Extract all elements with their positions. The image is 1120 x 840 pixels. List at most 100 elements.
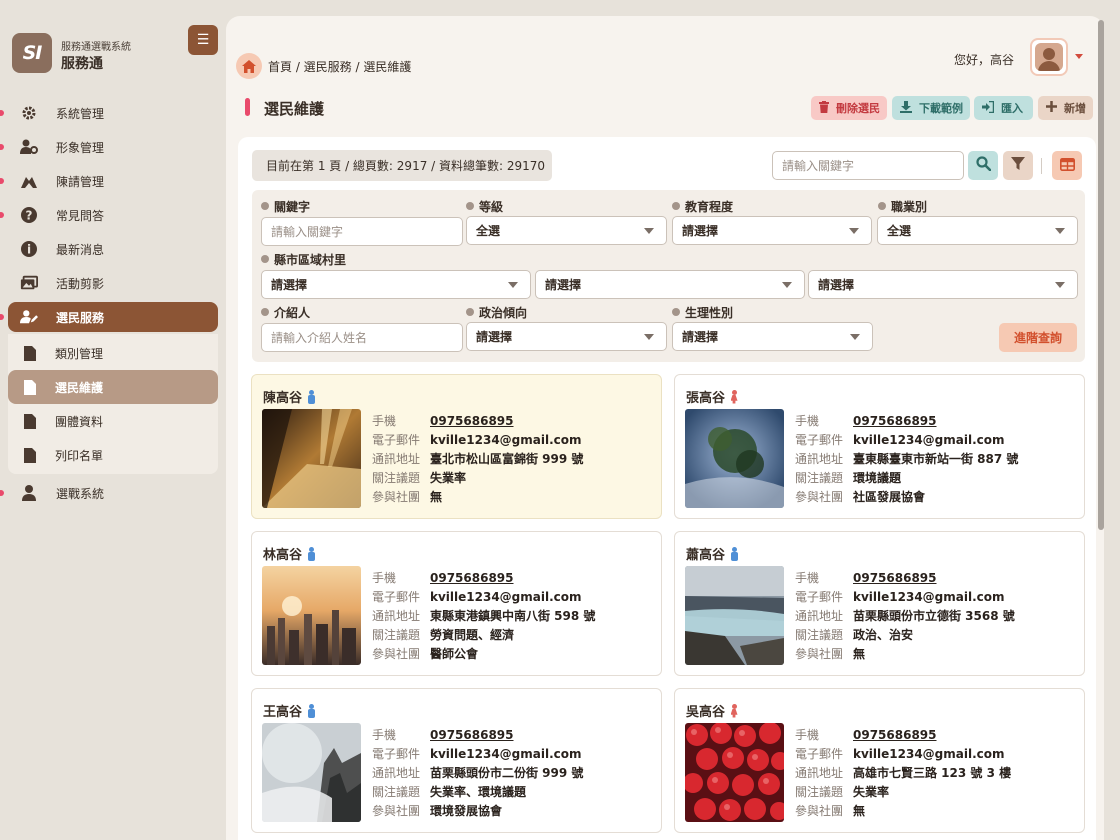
voter-info: 手機 0975686895 電子郵件 kville1234@gmail.com 通訊…	[372, 725, 583, 820]
sidebar-item-label: 陳請管理	[56, 174, 105, 189]
sidebar-subitem-groups[interactable]: 團體資料	[8, 404, 218, 438]
address-label: 通訊地址	[372, 609, 421, 623]
notification-dot	[0, 144, 4, 150]
level-select[interactable]: 全選	[466, 216, 667, 245]
district-select[interactable]: 請選擇	[535, 270, 805, 299]
voter-card[interactable]: 張高谷 手機 0975686895 電子郵件 kville1234@gmail.co…	[674, 374, 1085, 519]
brand-subtitle: 服務通選戰系統	[61, 42, 131, 53]
main-panel: 首頁 / 選民服務 / 選民維護 您好，高谷 選民維護 刪除選民 下載範例 匯入…	[226, 16, 1104, 840]
sidebar-item-gallery[interactable]: 活動剪影	[0, 266, 226, 300]
import-button[interactable]: 匯入	[974, 96, 1033, 120]
table-view-button[interactable]	[1052, 151, 1082, 180]
sidebar-item-campaign[interactable]: 選戰系統	[0, 476, 226, 510]
issues-label: 關注議題	[795, 785, 844, 799]
male-icon	[730, 546, 738, 561]
groups-value: 無	[853, 804, 866, 818]
sex-select[interactable]: 請選擇	[672, 322, 873, 351]
home-icon[interactable]	[236, 53, 262, 79]
sidebar-subitem-label: 團體資料	[55, 414, 104, 429]
voter-info: 手機 0975686895 電子郵件 kville1234@gmail.com 通訊…	[795, 568, 1015, 663]
sidebar-item-faq[interactable]: ? 常見問答	[0, 198, 226, 232]
phone-link[interactable]: 0975686895	[430, 728, 514, 742]
keyword-input[interactable]: 請輸入關鍵字	[261, 217, 463, 246]
voter-card[interactable]: 蕭高谷 手機 0975686895 電子郵件 kville1234@gmail.co…	[674, 531, 1085, 676]
issues-value: 失業率、環境議題	[430, 785, 527, 799]
village-select[interactable]: 請選擇	[808, 270, 1078, 299]
plus-icon	[1046, 101, 1057, 115]
info-circle-icon: i	[20, 240, 38, 258]
delete-voter-label: 刪除選民	[836, 102, 880, 115]
occupation-value: 全選	[887, 224, 912, 238]
sidebar-subitem-print[interactable]: 列印名單	[8, 438, 218, 472]
phone-link[interactable]: 0975686895	[430, 571, 514, 585]
gear-icon	[20, 104, 38, 122]
occupation-select[interactable]: 全選	[877, 216, 1078, 245]
issues-label: 關注議題	[795, 471, 844, 485]
delete-voter-button[interactable]: 刪除選民	[811, 96, 887, 120]
phone-link[interactable]: 0975686895	[853, 571, 937, 585]
voter-name: 陳高谷	[263, 387, 315, 406]
email-label: 電子郵件	[372, 433, 421, 447]
sidebar: SI 服務通選戰系統 服務通 ☰ 系統管理 形象管理 陳請管理 ? 常見問答 i…	[0, 0, 226, 840]
hands-icon	[20, 172, 38, 190]
phone-link[interactable]: 0975686895	[430, 414, 514, 428]
add-voter-label: 新增	[1064, 102, 1086, 115]
city-value: 請選擇	[271, 278, 308, 292]
politics-select[interactable]: 請選擇	[466, 322, 667, 351]
sidebar-subitem-category[interactable]: 類別管理	[8, 336, 218, 370]
voter-name: 蕭高谷	[686, 544, 738, 563]
voter-card[interactable]: 王高谷 手機 0975686895 電子郵件 kville1234@gmail.co…	[251, 688, 662, 833]
voter-name: 王高谷	[263, 701, 315, 720]
voter-card[interactable]: 林高谷 手機 0975686895 電子郵件 kville1234@gmail.co…	[251, 531, 662, 676]
caret-down-icon	[508, 282, 518, 288]
male-icon	[307, 703, 315, 718]
breadcrumb[interactable]: 首頁 / 選民服務 / 選民維護	[268, 58, 411, 75]
strawberries-photo	[685, 723, 784, 822]
sidebar-item-petition[interactable]: 陳請管理	[0, 164, 226, 198]
tree-reflection-photo	[685, 409, 784, 508]
email-value: kville1234@gmail.com	[430, 589, 582, 604]
groups-label: 參與社團	[795, 490, 844, 504]
sidebar-item-news[interactable]: i 最新消息	[0, 232, 226, 266]
referrer-input[interactable]: 請輸入介紹人姓名	[261, 323, 463, 352]
avatar[interactable]	[1030, 38, 1068, 76]
groups-value: 無	[430, 490, 443, 504]
file-icon	[22, 378, 38, 396]
svg-text:i: i	[27, 243, 31, 257]
voter-card[interactable]: 吳高谷 手機 0975686895 電子郵件 kville1234@gmail.co…	[674, 688, 1085, 833]
chevron-down-icon[interactable]	[1075, 54, 1083, 59]
groups-label: 參與社團	[795, 647, 844, 661]
level-value: 全選	[476, 224, 501, 238]
sidebar-item-voter-service[interactable]: 選民服務	[0, 302, 218, 332]
scrollbar[interactable]	[1098, 20, 1104, 530]
search-button[interactable]	[968, 151, 998, 180]
download-sample-label: 下載範例	[919, 102, 963, 115]
user-avatar-icon	[1035, 43, 1063, 71]
add-voter-button[interactable]: 新增	[1038, 96, 1093, 120]
city-select[interactable]: 請選擇	[261, 270, 531, 299]
phone-label: 手機	[795, 571, 820, 585]
filter-button[interactable]	[1003, 151, 1033, 180]
sidebar-item-image[interactable]: 形象管理	[0, 130, 226, 164]
education-value: 請選擇	[682, 224, 719, 238]
sidebar-subitem-voter-maintain[interactable]: 選民維護	[8, 370, 218, 404]
advanced-search-button[interactable]: 進階查詢	[999, 323, 1077, 352]
brand-name: 服務通	[61, 56, 103, 72]
sidebar-item-system[interactable]: 系統管理	[0, 96, 226, 130]
issues-value: 環境議題	[853, 471, 902, 485]
phone-link[interactable]: 0975686895	[853, 728, 937, 742]
email-value: kville1234@gmail.com	[430, 432, 582, 447]
notification-dot	[0, 212, 4, 218]
voter-info: 手機 0975686895 電子郵件 kville1234@gmail.com 通訊…	[372, 411, 583, 506]
images-icon	[20, 274, 38, 292]
voter-card[interactable]: 陳高谷 手機 0975686895 電子郵件 kville1234@gmail.co…	[251, 374, 662, 519]
phone-link[interactable]: 0975686895	[853, 414, 937, 428]
menu-toggle-button[interactable]: ☰	[188, 25, 218, 55]
education-select[interactable]: 請選擇	[672, 216, 872, 245]
search-input[interactable]: 請輸入關鍵字	[772, 151, 964, 180]
download-sample-button[interactable]: 下載範例	[892, 96, 970, 120]
groups-label: 參與社團	[372, 490, 421, 504]
misty-mountain-photo	[262, 723, 361, 822]
address-value: 高雄市七賢三路 123 號 3 樓	[853, 766, 1012, 780]
address-label: 通訊地址	[372, 766, 421, 780]
